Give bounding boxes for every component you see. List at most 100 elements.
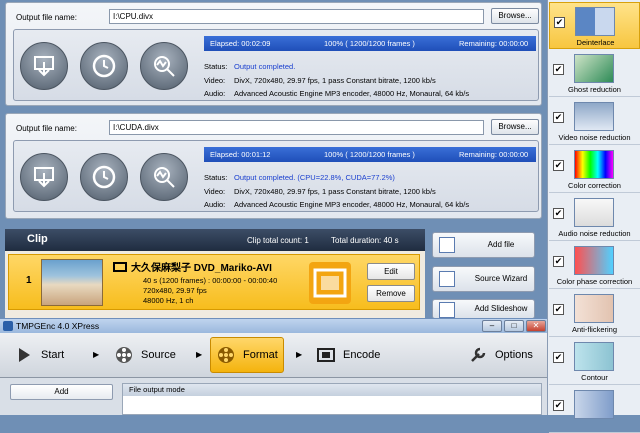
minimize-button[interactable]: – (482, 320, 502, 332)
output-file-label: Output file name: (16, 124, 77, 133)
stage-start-label: Start (41, 349, 65, 361)
encode-start-button[interactable] (20, 42, 68, 90)
filter-item[interactable]: ✔ Color correction (549, 146, 640, 193)
source-wizard-icon (439, 271, 455, 287)
film-reel-icon (313, 268, 347, 298)
clip-header-title: Clip (27, 233, 48, 245)
audio-row: Audio: Advanced Acoustic Engine MP3 encod… (204, 89, 469, 98)
filter-preview-icon (574, 54, 614, 83)
progress-text: 100% ( 1200/1200 frames ) (324, 150, 415, 159)
video-value: DivX, 720x480, 29.97 fps, 1 pass Constan… (234, 76, 436, 85)
stage-start[interactable]: Start (6, 337, 86, 373)
audio-value: Advanced Acoustic Engine MP3 encoder, 48… (234, 89, 470, 98)
stage-format[interactable]: Format (210, 337, 284, 373)
window-title: TMPGEnc 4.0 XPress (16, 321, 100, 331)
browse-button[interactable]: Browse... (491, 119, 539, 135)
add-file-button[interactable]: Add file (432, 232, 535, 258)
clip-title: 大久保麻梨子 DVD_Mariko-AVI (113, 259, 272, 274)
status-label: Status: (204, 173, 228, 182)
encode-progress-bar: Elapsed: 00:02:09 100% ( 1200/1200 frame… (204, 36, 536, 51)
encode-control-box: Elapsed: 00:02:09 100% ( 1200/1200 frame… (13, 29, 539, 101)
filter-item[interactable]: ✔ Audio noise reduction (549, 194, 640, 241)
stage-encode[interactable]: Encode (310, 337, 400, 373)
stage-source[interactable]: Source (106, 337, 202, 373)
filter-item[interactable]: ✔ (549, 386, 640, 433)
video-label: Video: (204, 76, 226, 85)
encode-panel-cpu: Output file name: I:\CPU.divx Browse... … (5, 2, 542, 106)
filter-item[interactable]: ✔ Deinterlace (549, 2, 640, 49)
clip-title-text: 大久保麻梨子 DVD_Mariko-AVI (131, 263, 272, 274)
progress-text: 100% ( 1200/1200 frames ) (324, 39, 415, 48)
remaining-time: Remaining: 00:00:00 (459, 150, 529, 159)
wrench-icon (471, 347, 486, 362)
clip-total-duration: Total duration: 40 s (331, 236, 399, 245)
encode-download-icon (34, 167, 54, 188)
filter-preview-icon (574, 294, 614, 323)
remaining-time: Remaining: 00:00:00 (459, 39, 529, 48)
clip-row[interactable]: 1 大久保麻梨子 DVD_Mariko-AVI 40 s (1200 frame… (8, 254, 420, 310)
filter-item[interactable]: ✔ Video noise reduction (549, 98, 640, 145)
wave-magnifier-icon (154, 56, 175, 77)
filter-checkbox[interactable]: ✔ (554, 17, 565, 28)
filter-list: ✔ Deinterlace ✔ Ghost reduction ✔ Video noise… (547, 0, 640, 433)
filter-label: Color correction (568, 181, 621, 190)
film-reel-icon (116, 347, 132, 363)
maximize-button[interactable]: □ (504, 320, 524, 332)
stage-toolbar: Start ▶ Source ▶ Format ▶ Encode Options (0, 333, 547, 378)
clip-total-count: Clip total count: 1 (247, 236, 309, 245)
filter-checkbox[interactable]: ✔ (553, 352, 564, 363)
filter-checkbox[interactable]: ✔ (553, 208, 564, 219)
stage-options-label: Options (495, 349, 533, 361)
filter-item[interactable]: ✔ Ghost reduction (549, 50, 640, 97)
filter-label: Video noise reduction (558, 133, 631, 142)
filter-item[interactable]: ✔ Color phase correction (549, 242, 640, 289)
schedule-button[interactable] (80, 153, 128, 201)
stage-options[interactable]: Options (462, 337, 542, 373)
encode-start-button[interactable] (20, 153, 68, 201)
filter-preview-icon (574, 198, 614, 227)
clip-info-duration: 40 s (1200 frames) : 00:00:00 - 00:00:40 (143, 276, 278, 285)
stage-arrow-icon: ▶ (296, 350, 303, 359)
elapsed-time: Elapsed: 00:02:09 (210, 39, 271, 48)
filter-label: Deinterlace (576, 38, 615, 47)
preview-button[interactable] (140, 153, 188, 201)
wave-magnifier-icon (154, 167, 175, 188)
filter-checkbox[interactable]: ✔ (553, 64, 564, 75)
video-value: DivX, 720x480, 29.97 fps, 1 pass Constan… (234, 187, 436, 196)
add-button[interactable]: Add (10, 384, 113, 400)
stage-arrow-icon: ▶ (196, 350, 203, 359)
preview-button[interactable] (140, 42, 188, 90)
video-row: Video: DivX, 720x480, 29.97 fps, 1 pass C… (204, 187, 436, 196)
filter-checkbox[interactable]: ✔ (553, 256, 564, 267)
close-button[interactable]: ✕ (526, 320, 546, 332)
play-icon (19, 348, 30, 362)
status-value: Output completed. (CPU=22.8%, CUDA=77.2%… (234, 173, 395, 182)
window-titlebar[interactable]: TMPGEnc 4.0 XPress – □ ✕ (0, 318, 547, 333)
status-row: Status: Output completed. (CPU=22.8%, CUD… (204, 173, 395, 182)
output-file-label: Output file name: (16, 13, 77, 22)
clip-number: 1 (26, 275, 32, 286)
filter-checkbox[interactable]: ✔ (553, 400, 564, 411)
video-clip-icon (309, 262, 351, 304)
filter-item[interactable]: ✔ Contour (549, 338, 640, 385)
filter-item[interactable]: ✔ Anti-flickering (549, 290, 640, 337)
add-slideshow-button[interactable]: Add Slideshow (432, 299, 535, 319)
clip-panel: Clip Clip total count: 1 Total duration:… (5, 229, 425, 321)
filter-preview-icon (574, 246, 614, 275)
encode-control-box: Elapsed: 00:01:12 100% ( 1200/1200 frame… (13, 140, 539, 212)
output-file-input[interactable]: I:\CUDA.divx (109, 120, 484, 135)
clip-info-video: 720x480, 29.97 fps (143, 286, 207, 295)
source-wizard-button[interactable]: Source Wizard (432, 266, 535, 292)
schedule-button[interactable] (80, 42, 128, 90)
clip-edit-button[interactable]: Edit (367, 263, 415, 280)
output-file-input[interactable]: I:\CPU.divx (109, 9, 484, 24)
clip-info-audio: 48000 Hz, 1 ch (143, 296, 194, 305)
filter-checkbox[interactable]: ✔ (553, 304, 564, 315)
browse-button[interactable]: Browse... (491, 8, 539, 24)
video-label: Video: (204, 187, 226, 196)
filter-checkbox[interactable]: ✔ (553, 112, 564, 123)
clip-remove-button[interactable]: Remove (367, 285, 415, 302)
filter-label: Color phase correction (556, 277, 633, 286)
filter-checkbox[interactable]: ✔ (553, 160, 564, 171)
stage-format-label: Format (243, 349, 278, 361)
